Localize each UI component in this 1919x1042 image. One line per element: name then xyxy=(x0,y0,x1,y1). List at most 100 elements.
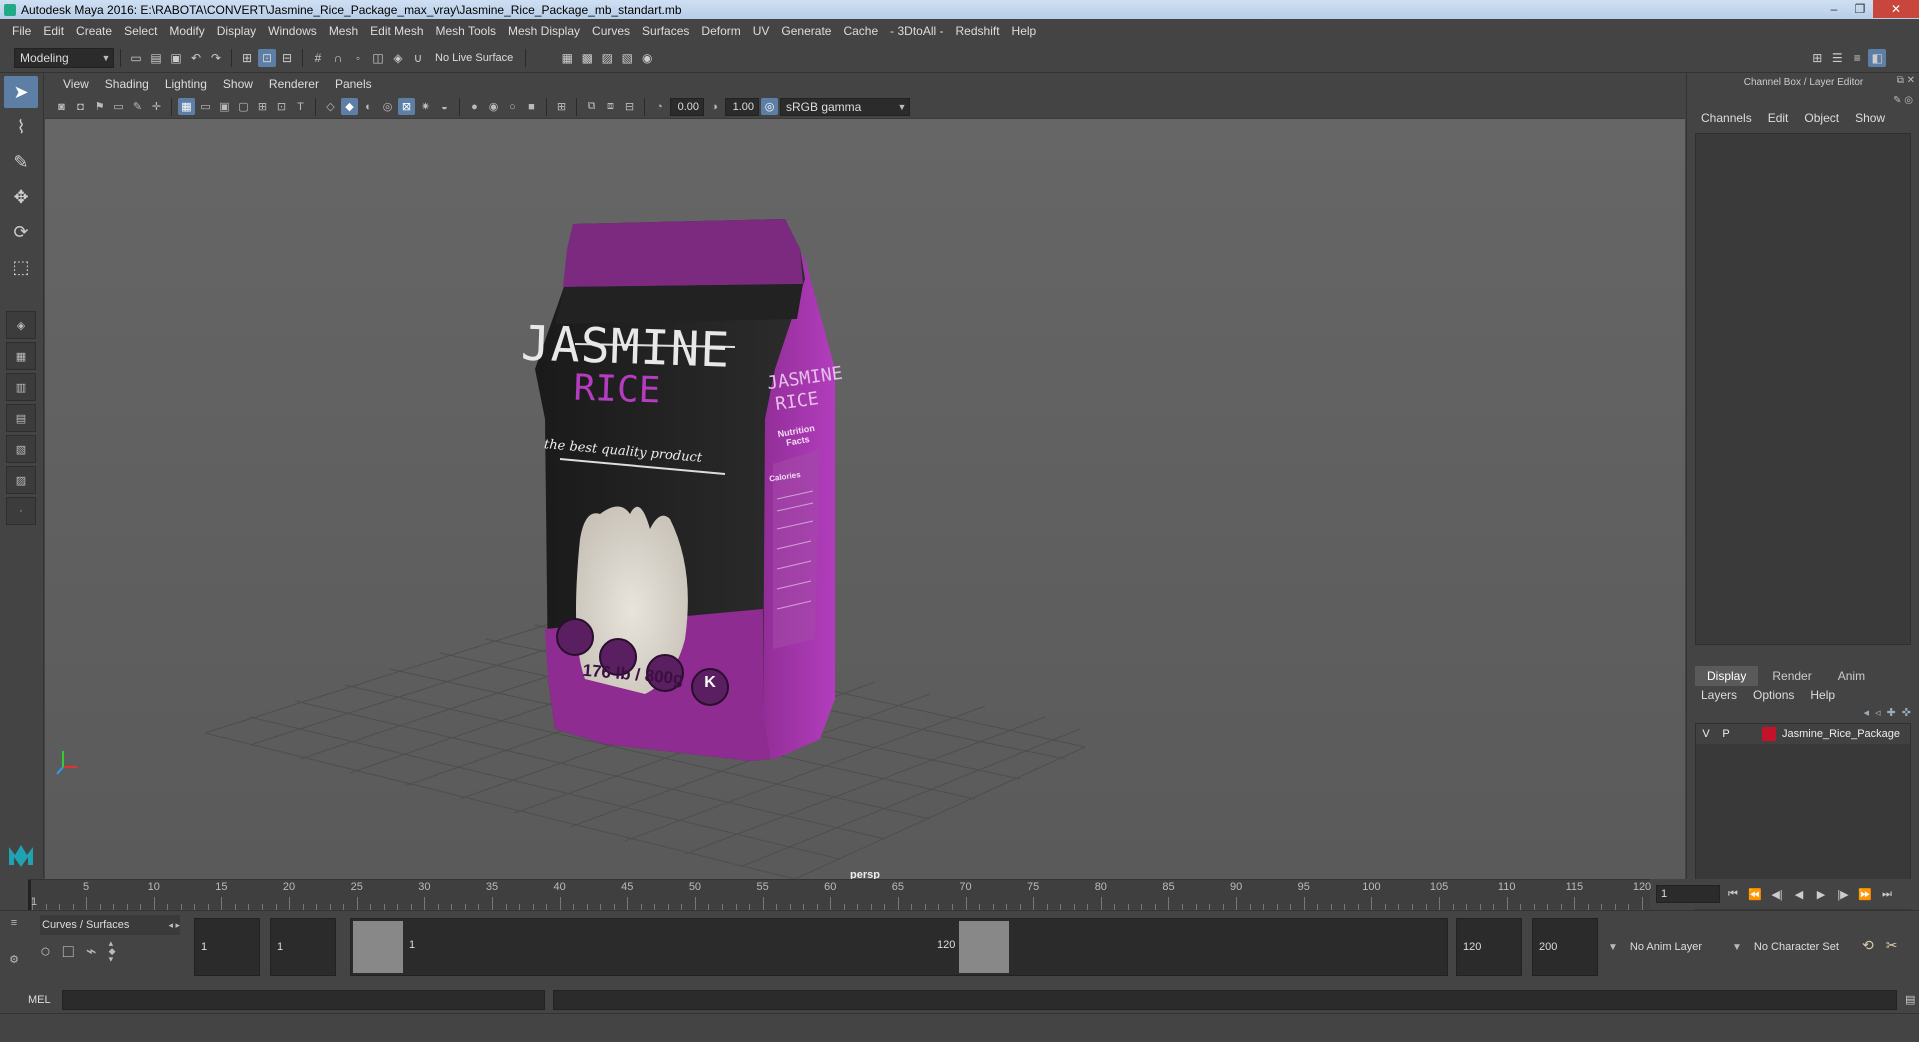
tool-settings-icon[interactable]: ≡ xyxy=(1848,49,1866,67)
resolution-gate-icon[interactable]: ▣ xyxy=(216,98,233,115)
shelf-scroll-icon[interactable]: ▴ ◆ ▾ xyxy=(109,939,116,964)
single-pane-layout-icon[interactable]: ◈ xyxy=(6,311,36,339)
undo-icon[interactable]: ↶ xyxy=(187,49,205,67)
snap-view-icon[interactable]: ◫ xyxy=(369,49,387,67)
hypershade-icon[interactable]: ◉ xyxy=(638,49,656,67)
menu-windows[interactable]: Windows xyxy=(262,24,323,38)
xray-components-icon[interactable]: ⊟ xyxy=(621,98,638,115)
channel-box-toggle-icon[interactable]: ◧ xyxy=(1868,48,1887,67)
menu-3dtoall[interactable]: - 3DtoAll - xyxy=(884,24,949,38)
xray-icon[interactable]: ⧉ xyxy=(583,98,600,115)
exposure-icon[interactable]: ◔ xyxy=(651,98,668,115)
time-ruler[interactable]: 1 5 10 15 20 25 30 35 40 45 50 55 60 65 70 75 80 85 90 95 10… xyxy=(28,879,1651,910)
two-d-pan-icon[interactable]: ✛ xyxy=(148,98,165,115)
move-layer-down-icon[interactable]: ◃ xyxy=(1875,706,1881,719)
grid-toggle-icon[interactable]: ▦ xyxy=(178,98,195,115)
save-scene-icon[interactable]: ▣ xyxy=(167,49,185,67)
snap-surface-icon[interactable]: ◈ xyxy=(389,49,407,67)
shelf-tab[interactable]: Curves / Surfaces ◂ ▸ xyxy=(40,915,180,935)
menu-generate[interactable]: Generate xyxy=(775,24,837,38)
range-slider[interactable]: 1 120 xyxy=(350,918,1448,976)
motion-blur-icon[interactable]: ◉ xyxy=(485,98,502,115)
play-backwards-icon[interactable]: ◀ xyxy=(1790,885,1808,903)
menu-file[interactable]: File xyxy=(6,24,37,38)
menu-display[interactable]: Display xyxy=(211,24,262,38)
shelf-tab-arrows-icon[interactable]: ◂ ▸ xyxy=(168,920,180,931)
ipr-render-icon[interactable]: ▨ xyxy=(598,49,616,67)
move-layer-up-icon[interactable]: ◂ xyxy=(1864,706,1870,719)
shadows-icon[interactable]: ◒ xyxy=(436,98,453,115)
color-space-select[interactable]: sRGB gamma ▼ xyxy=(780,97,910,116)
panel-menu-renderer[interactable]: Renderer xyxy=(261,77,327,91)
playback-end-field[interactable]: 120 xyxy=(1456,918,1522,976)
character-set-select[interactable]: ▼ No Character Set xyxy=(1732,918,1872,976)
move-tool-icon[interactable]: ✥ xyxy=(4,181,38,213)
select-object-icon[interactable]: ⊡ xyxy=(258,48,276,67)
textured-icon[interactable]: ⊠ xyxy=(398,98,415,115)
layer-playback-toggle[interactable]: P xyxy=(1716,728,1736,740)
menu-cache[interactable]: Cache xyxy=(837,24,884,38)
tab-display[interactable]: Display xyxy=(1695,666,1759,686)
scale-tool-icon[interactable]: ⬚ xyxy=(4,251,38,283)
menu-deform[interactable]: Deform xyxy=(695,24,746,38)
new-layer-icon[interactable]: ✚ xyxy=(1887,706,1896,719)
color-management-icon[interactable]: ◎ xyxy=(761,98,778,115)
menu-show[interactable]: Show xyxy=(1847,111,1893,125)
persp-outliner-layout-icon[interactable]: ▤ xyxy=(6,404,36,432)
more-layouts-icon[interactable]: · xyxy=(6,497,36,525)
paint-select-icon[interactable]: ✎ xyxy=(4,146,38,178)
anim-layer-select[interactable]: ▼ No Anim Layer xyxy=(1604,918,1740,976)
wireframe-icon[interactable]: ◇ xyxy=(322,98,339,115)
layer-color-swatch[interactable] xyxy=(1762,727,1776,741)
redo-icon[interactable]: ↷ xyxy=(207,49,225,67)
smooth-shade-icon[interactable]: ◆ xyxy=(341,98,358,115)
snap-magnet-icon[interactable]: ∪ xyxy=(409,49,427,67)
new-layer-selected-icon[interactable]: ✜ xyxy=(1902,706,1911,719)
scene-end-field[interactable]: 200 xyxy=(1532,918,1598,976)
nurbs-circle-icon[interactable]: ○ xyxy=(40,941,51,962)
select-hierarchy-icon[interactable]: ⊞ xyxy=(238,49,256,67)
auto-key-icon[interactable]: ⟲ xyxy=(1862,937,1874,954)
persp-graph-layout-icon[interactable]: ▧ xyxy=(6,435,36,463)
panel-menu-shading[interactable]: Shading xyxy=(97,77,157,91)
menu-mesh-display[interactable]: Mesh Display xyxy=(502,24,586,38)
anti-aliasing-icon[interactable]: ○ xyxy=(504,98,521,115)
select-tool-icon[interactable]: ➤ xyxy=(4,76,38,108)
play-forwards-icon[interactable]: ▶ xyxy=(1812,885,1830,903)
use-lights-icon[interactable]: ◐ xyxy=(360,98,377,115)
channel-box-icons[interactable]: ✎ ◎ xyxy=(1893,95,1913,106)
menu-edit[interactable]: Edit xyxy=(1760,111,1797,125)
safe-action-icon[interactable]: ⊡ xyxy=(273,98,290,115)
side-by-side-layout-icon[interactable]: ▥ xyxy=(6,373,36,401)
ep-curve-icon[interactable]: ⌁ xyxy=(86,941,97,962)
menu-options[interactable]: Options xyxy=(1745,688,1802,702)
menu-mesh[interactable]: Mesh xyxy=(323,24,364,38)
four-pane-layout-icon[interactable]: ▦ xyxy=(6,342,36,370)
close-button[interactable]: ✕ xyxy=(1873,0,1919,18)
gamma-icon[interactable]: ◑ xyxy=(706,98,723,115)
shelf-menu-icon[interactable]: ≡ ⚙ xyxy=(8,917,20,975)
menu-surfaces[interactable]: Surfaces xyxy=(636,24,695,38)
panel-menu-lighting[interactable]: Lighting xyxy=(157,77,215,91)
snap-point-icon[interactable]: ◦ xyxy=(349,49,367,67)
menu-create[interactable]: Create xyxy=(70,24,118,38)
menu-mesh-tools[interactable]: Mesh Tools xyxy=(430,24,502,38)
hypershade-layout-icon[interactable]: ▨ xyxy=(6,466,36,494)
menu-object[interactable]: Object xyxy=(1796,111,1847,125)
bookmark-icon[interactable]: ⚑ xyxy=(91,98,108,115)
render-view-icon[interactable]: ▧ xyxy=(618,49,636,67)
safe-title-icon[interactable]: T xyxy=(292,98,309,115)
xray-joints-icon[interactable]: ⧈ xyxy=(602,98,619,115)
render-current-icon[interactable]: ▩ xyxy=(578,49,596,67)
attribute-editor-icon[interactable]: ☰ xyxy=(1828,49,1846,67)
range-end-handle[interactable] xyxy=(959,921,1009,973)
playback-start-field[interactable]: 1 xyxy=(270,918,336,976)
time-slider[interactable]: 1 5 10 15 20 25 30 35 40 45 50 55 60 65 70 75 80 85 90 95 10… xyxy=(0,879,1919,910)
panel-menu-view[interactable]: View xyxy=(55,77,97,91)
step-back-key-icon[interactable]: ⏪ xyxy=(1746,885,1764,903)
layer-visibility-toggle[interactable]: V xyxy=(1696,728,1716,740)
nurbs-square-icon[interactable]: □ xyxy=(63,941,74,962)
current-frame-field[interactable]: 1 xyxy=(1656,885,1720,903)
tab-anim[interactable]: Anim xyxy=(1825,666,1878,686)
new-scene-icon[interactable]: ▭ xyxy=(127,49,145,67)
